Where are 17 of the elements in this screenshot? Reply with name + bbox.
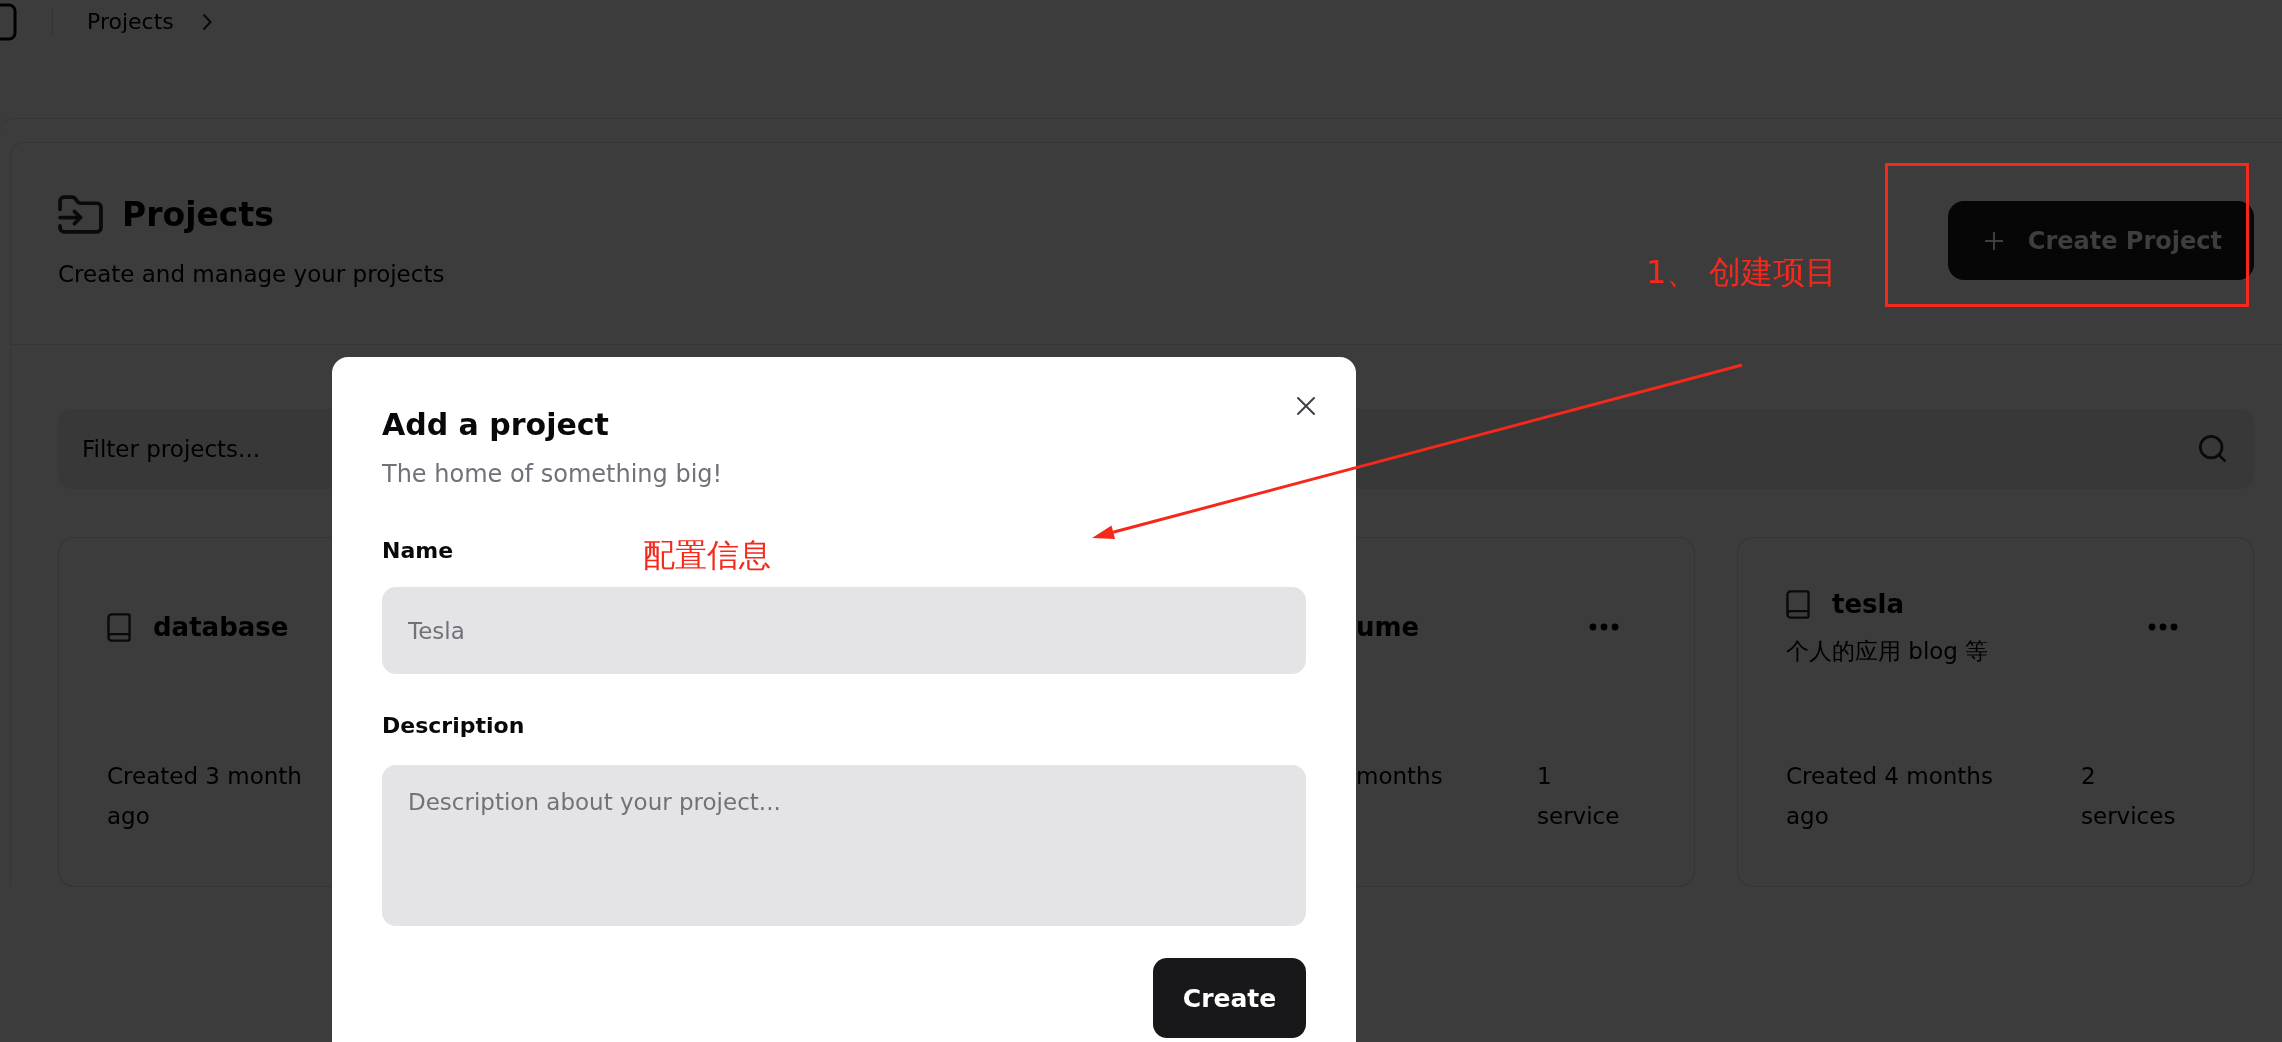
project-description: 个人的应用 blog 等 (1786, 637, 1989, 666)
annotation-label: 配置信息 (643, 535, 771, 575)
page-subtitle: Create and manage your projects (58, 260, 445, 289)
created-date: months (1356, 763, 1443, 789)
field-label: Name (382, 537, 454, 565)
field-label: Description (382, 712, 525, 740)
project-name: database (153, 611, 289, 644)
project-name: ume (1356, 611, 1420, 644)
dialog-subtitle: The home of something big! (382, 459, 724, 490)
annotation-label: 1、 创建项目 (1646, 252, 1837, 292)
service-count: 2 services (2081, 763, 2176, 829)
project-name: tesla (1832, 588, 1904, 621)
page-title: Projects (122, 194, 274, 236)
created-date: Created 4 months ago (1786, 763, 1993, 829)
created-date: Created 3 month ago (107, 763, 302, 829)
dialog-title: Add a project (382, 406, 610, 444)
service-count: 1 service (1537, 763, 1620, 829)
